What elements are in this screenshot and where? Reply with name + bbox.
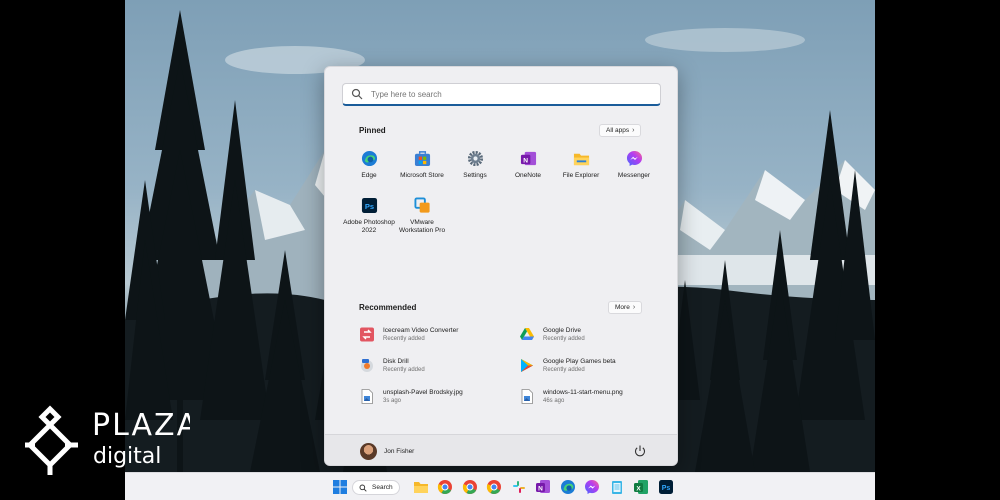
all-apps-button[interactable]: All apps › — [599, 124, 642, 137]
recommended-item-time: 46s ago — [543, 398, 565, 404]
chevron-right-icon: › — [632, 127, 635, 134]
logo-line2: digital — [93, 444, 161, 469]
pinned-app-label: File Explorer — [562, 172, 600, 179]
folder-icon — [573, 153, 589, 166]
svg-text:Ps: Ps — [662, 485, 671, 492]
recommended-item-time: Recently added — [383, 367, 425, 373]
onenote-icon[interactable]: N — [535, 479, 551, 495]
pinned-app-file-explorer[interactable]: File Explorer — [552, 150, 610, 180]
recommended-item[interactable]: Disk Drill Recently added — [360, 358, 510, 380]
user-name[interactable]: Jon Fisher — [384, 448, 414, 455]
search-input[interactable] — [371, 89, 651, 99]
svg-text:Ps: Ps — [364, 202, 373, 211]
recommended-item-name: Google Drive — [543, 327, 581, 334]
logo-line1: PLAZA — [92, 408, 190, 443]
power-icon[interactable] — [633, 444, 647, 458]
search-icon — [359, 484, 367, 492]
pinned-app-photoshop[interactable]: Ps Adobe Photoshop 2022 — [340, 197, 398, 235]
recommended-title: Recommended — [359, 303, 417, 312]
screen: Pinned All apps › Edge Microsoft Store — [0, 0, 1000, 500]
more-button[interactable]: More › — [608, 301, 643, 314]
search-icon — [351, 88, 363, 100]
recommended-item-name: Disk Drill — [383, 358, 409, 365]
svg-text:N: N — [538, 486, 543, 493]
recommended-item-time: Recently added — [543, 367, 585, 373]
more-label: More — [615, 304, 630, 311]
recommended-item-name: Icecream Video Converter — [383, 327, 459, 334]
start-search-box[interactable] — [342, 83, 661, 106]
messenger-icon[interactable] — [584, 479, 600, 495]
pinned-app-label: Edge — [361, 172, 377, 179]
recommended-item-time: 3s ago — [383, 398, 402, 404]
pinned-title: Pinned — [359, 126, 386, 135]
pinned-app-settings[interactable]: Settings — [446, 150, 504, 180]
onenote-icon: N — [520, 151, 536, 166]
recommended-item[interactable]: Google Play Games beta Recently added — [520, 358, 670, 380]
svg-text:N: N — [523, 157, 528, 164]
google-drive-icon — [520, 328, 534, 340]
chrome-icon[interactable] — [462, 479, 478, 495]
pinned-app-onenote[interactable]: N OneNote — [499, 150, 557, 180]
pinned-app-microsoft-store[interactable]: Microsoft Store — [393, 150, 451, 180]
recommended-item-time: Recently added — [383, 336, 425, 342]
messenger-icon — [626, 150, 642, 167]
pinned-app-label: OneNote — [514, 172, 542, 179]
recommended-item[interactable]: windows-11-start-menu.png 46s ago — [520, 389, 670, 411]
pinned-app-messenger[interactable]: Messenger — [605, 150, 663, 180]
store-icon — [414, 151, 430, 167]
image-file-icon — [521, 389, 533, 404]
recommended-item-time: Recently added — [543, 336, 585, 342]
recommended-item[interactable]: Icecream Video Converter Recently added — [360, 327, 510, 349]
plaza-digital-logo-mark: PLAZA digital — [25, 405, 197, 475]
chrome-icon[interactable] — [437, 479, 453, 495]
recommended-item-name: Google Play Games beta — [543, 358, 616, 365]
windows-start-icon[interactable] — [332, 479, 348, 495]
pinned-app-label: Adobe Photoshop 2022 — [343, 219, 395, 234]
recommended-item[interactable]: Google Drive Recently added — [520, 327, 670, 349]
image-file-icon — [361, 389, 373, 404]
plaza-digital-logo: PLAZA digital — [20, 405, 197, 480]
avatar[interactable] — [360, 443, 377, 460]
photoshop-icon[interactable]: Ps — [658, 479, 674, 495]
taskbar-search-button[interactable]: Search — [352, 480, 400, 495]
vmware-icon — [413, 197, 430, 213]
notepad-icon[interactable] — [609, 479, 625, 495]
recommended-item-name: windows-11-start-menu.png — [543, 389, 623, 396]
edge-icon[interactable] — [560, 479, 576, 495]
file-explorer-icon[interactable] — [413, 479, 429, 495]
recommended-item-name: unsplash-Pavel Brodsky.jpg — [383, 389, 463, 396]
photoshop-icon: Ps — [361, 197, 377, 214]
taskbar: Search N X Ps — [125, 472, 875, 500]
taskbar-search-label: Search — [372, 484, 393, 491]
pinned-app-label: VMware Workstation Pro — [398, 219, 446, 234]
icecream-video-converter-icon — [360, 327, 374, 342]
pinned-app-label: Microsoft Store — [400, 172, 444, 179]
pinned-app-label: Settings — [463, 172, 487, 179]
chevron-right-icon: › — [632, 304, 636, 311]
chrome-icon[interactable] — [486, 479, 502, 495]
svg-text:X: X — [636, 485, 641, 492]
edge-icon — [361, 150, 377, 167]
pinned-app-vmware[interactable]: VMware Workstation Pro — [393, 197, 451, 235]
google-play-games-icon — [521, 359, 533, 372]
start-menu: Pinned All apps › Edge Microsoft Store — [324, 66, 678, 466]
gear-icon — [467, 150, 483, 167]
disk-drill-icon — [361, 359, 373, 372]
user-bar: Jon Fisher — [325, 434, 677, 465]
all-apps-label: All apps — [606, 127, 630, 134]
pinned-app-label: Messenger — [617, 172, 651, 179]
recommended-item[interactable]: unsplash-Pavel Brodsky.jpg 3s ago — [360, 389, 510, 411]
excel-icon[interactable]: X — [633, 479, 649, 495]
slack-icon[interactable] — [511, 479, 527, 495]
pinned-app-edge[interactable]: Edge — [340, 150, 398, 180]
